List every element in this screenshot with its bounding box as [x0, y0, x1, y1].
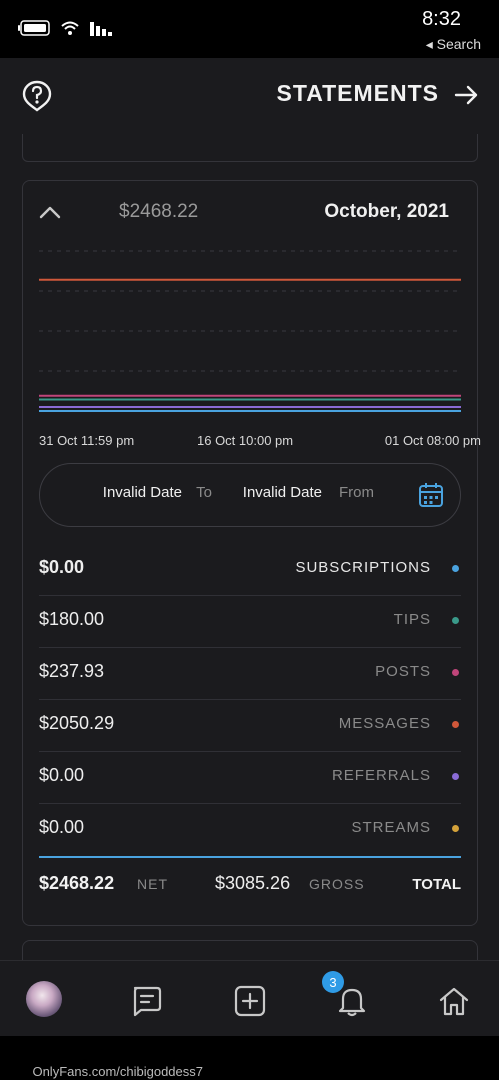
earnings-row-posts: POSTS $237.93 — [39, 647, 461, 700]
to-date-value[interactable]: Invalid Date — [103, 484, 182, 501]
legend-dot — [452, 617, 459, 624]
from-label: From — [339, 484, 374, 501]
statement-amount: $2468.22 — [119, 201, 199, 222]
notification-count-badge: 3 — [322, 971, 344, 993]
bottom-navigation: 3 — [0, 960, 499, 1037]
gross-label: GROSS — [309, 876, 365, 892]
row-label: SUBSCRIPTIONS — [295, 559, 431, 576]
status-bar: 8:32 ◂ Search — [0, 0, 499, 58]
from-date-value[interactable]: Invalid Date — [243, 484, 322, 501]
earnings-row-referrals: REFERRALS $0.00 — [39, 751, 461, 804]
footer-watermark: OnlyFans.com/chibigoddess7 — [0, 1036, 499, 1080]
legend-dot — [452, 565, 459, 572]
legend-dot — [452, 669, 459, 676]
home-nav-button[interactable] — [434, 981, 474, 1021]
watermark-url: OnlyFans.com/chibigoddess7 — [32, 1064, 203, 1079]
x-tick-label: 16 Oct 10:00 pm — [197, 433, 294, 448]
net-label: NET — [137, 876, 168, 892]
chat-icon — [133, 986, 162, 1017]
net-value: $2468.22 — [39, 873, 115, 893]
messages-nav-button[interactable] — [126, 981, 166, 1021]
row-label: MESSAGES — [338, 715, 431, 732]
add-post-nav-button[interactable] — [230, 981, 270, 1021]
previous-statement-card[interactable] — [22, 134, 478, 162]
calendar-icon[interactable] — [418, 482, 444, 513]
date-range-picker[interactable]: From Invalid Date To Invalid Date — [39, 463, 461, 527]
wifi-icon — [61, 21, 79, 35]
statement-month: October, 2021 — [324, 201, 449, 222]
x-tick-label: 01 Oct 08:00 pm — [384, 433, 481, 448]
statement-card: October, 2021 $2468.22 01 Oct 08:00 pm 1… — [22, 180, 481, 926]
clock: 8:32 — [422, 8, 461, 30]
earnings-row-subscriptions: SUBSCRIPTIONS $0.00 — [39, 543, 461, 596]
row-label: TIPS — [393, 611, 431, 628]
app-header: STATEMENTS — [0, 58, 499, 135]
earnings-row-streams: STREAMS $0.00 — [39, 803, 461, 855]
row-value: $237.93 — [39, 661, 105, 681]
earnings-row-messages: MESSAGES $2050.29 — [39, 699, 461, 752]
chevron-up-icon[interactable] — [39, 205, 61, 224]
earnings-row-tips: TIPS $180.00 — [39, 595, 461, 648]
system-icons — [18, 20, 112, 36]
to-label: To — [196, 484, 212, 501]
total-label: TOTAL — [412, 876, 461, 893]
gross-value: $3085.26 — [215, 873, 291, 893]
back-to-search-link[interactable]: ◂ Search — [426, 36, 481, 53]
total-divider — [39, 856, 461, 858]
row-value: $2050.29 — [39, 713, 115, 733]
x-tick-label: 31 Oct 11:59 pm — [39, 433, 135, 448]
row-value: $0.00 — [39, 817, 85, 837]
row-value: $0.00 — [39, 557, 85, 577]
page-title: STATEMENTS — [276, 80, 439, 106]
legend-dot — [452, 773, 459, 780]
next-statement-card[interactable] — [22, 940, 478, 960]
home-icon — [439, 987, 469, 1016]
row-label: STREAMS — [351, 819, 431, 836]
battery-icon — [18, 20, 50, 36]
avatar[interactable] — [26, 981, 62, 1017]
row-label: POSTS — [375, 663, 431, 680]
signal-icon — [90, 22, 112, 36]
row-value: $180.00 — [39, 609, 105, 629]
back-arrow-icon[interactable] — [453, 82, 479, 113]
legend-dot — [452, 825, 459, 832]
row-value: $0.00 — [39, 765, 85, 785]
plus-square-icon — [234, 985, 266, 1017]
help-icon[interactable] — [22, 80, 52, 117]
earnings-chart — [39, 250, 461, 412]
statements-content: October, 2021 $2468.22 01 Oct 08:00 pm 1… — [0, 134, 499, 960]
legend-dot — [452, 721, 459, 728]
row-label: REFERRALS — [331, 767, 431, 784]
